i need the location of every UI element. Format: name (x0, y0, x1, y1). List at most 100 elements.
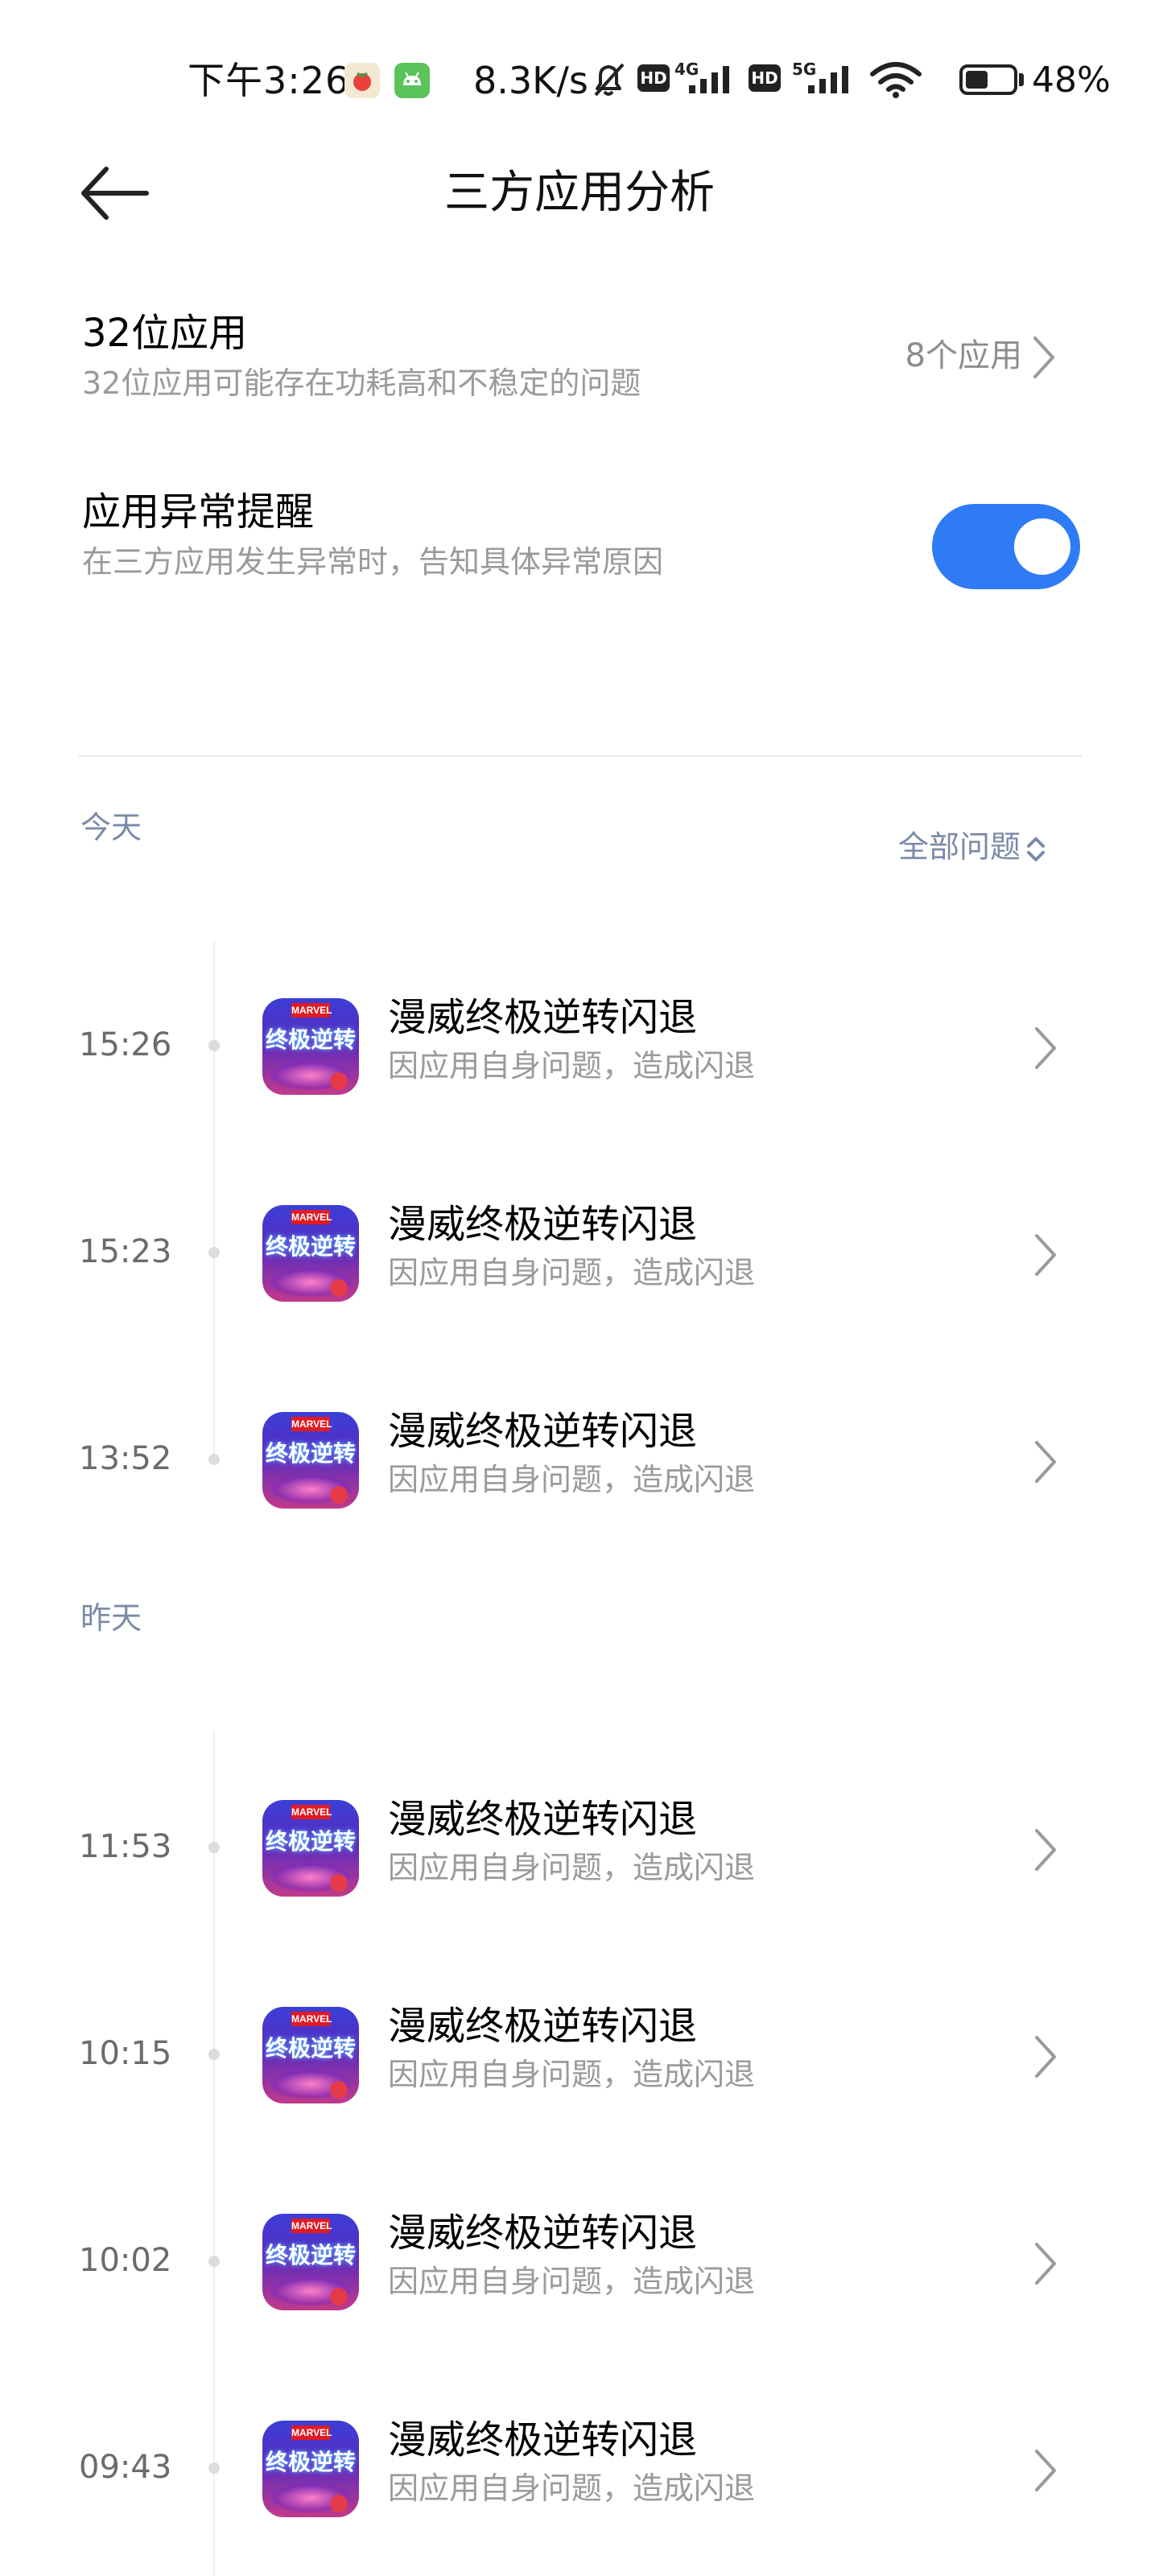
timeline-dot (208, 1454, 220, 1465)
anomaly-alert-title: 应用异常提醒 (82, 489, 315, 535)
anomaly-alert-toggle[interactable] (932, 504, 1080, 589)
network-speed: 8.3K/s (473, 59, 588, 102)
crash-time: 11:53 (79, 1828, 172, 1865)
marvel-game-app-icon: MARVEL 终极逆转 (262, 1800, 359, 1897)
chevron-right-icon (1035, 1234, 1056, 1276)
app-icon-text: 终极逆转 (265, 1440, 356, 1467)
app-icon-badge: MARVEL (291, 1805, 332, 1819)
app-icon-badge: MARVEL (291, 1210, 332, 1224)
up-down-chevron-icon (1027, 837, 1045, 861)
crash-list-item[interactable]: 11:53 MARVEL 终极逆转 漫威终极逆转闪退 因应用自身问题，造成闪退 (0, 1771, 1159, 1932)
app-icon-emblem (330, 2288, 348, 2306)
signal-icon-2 (806, 64, 856, 98)
tomato-app-icon (344, 63, 380, 98)
anomaly-alert-subtitle: 在三方应用发生异常时，告知具体异常原因 (82, 544, 664, 580)
crash-title: 漫威终极逆转闪退 (388, 1797, 698, 1842)
app-icon-text: 终极逆转 (265, 2449, 356, 2475)
crash-reason: 因应用自身问题，造成闪退 (388, 2471, 756, 2506)
crash-time: 10:02 (79, 2242, 172, 2279)
issue-filter-label: 全部问题 (898, 829, 1021, 865)
chevron-right-icon (1035, 2036, 1056, 2078)
timeline-dot (208, 2462, 220, 2474)
crash-list-item[interactable]: 10:15 MARVEL 终极逆转 漫威终极逆转闪退 因应用自身问题，造成闪退 (0, 1978, 1159, 2139)
marvel-game-app-icon: MARVEL 终极逆转 (262, 2007, 359, 2103)
back-arrow-icon (81, 167, 149, 220)
crash-reason: 因应用自身问题，造成闪退 (388, 2264, 756, 2299)
battery-percent: 48% (1032, 60, 1111, 101)
chevron-right-icon (1035, 2450, 1056, 2491)
battery-tip (1019, 73, 1024, 86)
crash-time: 10:15 (79, 2035, 172, 2072)
hd-badge-2: HD (749, 64, 781, 92)
app-icon-emblem (330, 1072, 348, 1090)
timeline-dot (208, 1040, 220, 1051)
crash-time: 13:52 (79, 1440, 172, 1477)
back-button[interactable] (76, 158, 156, 229)
crash-title: 漫威终极逆转闪退 (388, 995, 698, 1040)
timeline-dot (208, 1842, 220, 1853)
crash-list-item[interactable]: 10:02 MARVEL 终极逆转 漫威终极逆转闪退 因应用自身问题，造成闪退 (0, 2185, 1159, 2346)
apps-32bit-count: 8个应用 (905, 337, 1022, 374)
app-icon-text: 终极逆转 (265, 2242, 356, 2268)
mute-bell-icon (589, 58, 628, 103)
marvel-game-app-icon: MARVEL 终极逆转 (262, 2421, 359, 2517)
app-icon-badge: MARVEL (291, 2012, 332, 2026)
timeline-dot (208, 2049, 220, 2060)
crash-reason: 因应用自身问题，造成闪退 (388, 1255, 756, 1290)
crash-list-item[interactable]: 15:23 MARVEL 终极逆转 漫威终极逆转闪退 因应用自身问题，造成闪退 (0, 1176, 1159, 1337)
app-icon-emblem (330, 1874, 348, 1892)
crash-title: 漫威终极逆转闪退 (388, 1202, 698, 1247)
crash-list-item[interactable]: 13:52 MARVEL 终极逆转 漫威终极逆转闪退 因应用自身问题，造成闪退 (0, 1383, 1159, 1544)
crash-time: 09:43 (79, 2449, 172, 2486)
app-icon-text: 终极逆转 (265, 1026, 356, 1053)
crash-reason: 因应用自身问题，造成闪退 (388, 1850, 756, 1885)
timeline-dot (208, 1247, 220, 1258)
crash-list-item[interactable]: 15:26 MARVEL 终极逆转 漫威终极逆转闪退 因应用自身问题，造成闪退 (0, 969, 1159, 1130)
chevron-right-icon (1035, 1027, 1056, 1069)
marvel-game-app-icon: MARVEL 终极逆转 (262, 1205, 359, 1302)
status-bar: 下午3:26 8.3K/s HD 4G HD 5G 48% (0, 0, 1159, 153)
chevron-right-icon (1035, 1441, 1056, 1483)
app-icon-badge: MARVEL (291, 2425, 332, 2440)
battery-level (966, 71, 988, 89)
app-icon-emblem (330, 1486, 348, 1504)
section-divider (79, 755, 1082, 757)
apps-32bit-row[interactable]: 32位应用 32位应用可能存在功耗高和不稳定的问题 8个应用 (0, 298, 1159, 427)
crash-title: 漫威终极逆转闪退 (388, 2211, 698, 2256)
marvel-game-app-icon: MARVEL 终极逆转 (262, 1412, 359, 1509)
crash-reason: 因应用自身问题，造成闪退 (388, 1048, 756, 1084)
app-icon-badge: MARVEL (291, 1417, 332, 1431)
toggle-knob (1014, 518, 1070, 575)
page-title: 三方应用分析 (444, 167, 715, 219)
app-icon-badge: MARVEL (291, 1003, 332, 1018)
marvel-game-app-icon: MARVEL 终极逆转 (262, 998, 359, 1095)
chevron-right-icon (1033, 336, 1054, 378)
app-icon-text: 终极逆转 (265, 1828, 356, 1855)
timeline-dot (208, 2256, 220, 2267)
app-icon-emblem (330, 1279, 348, 1297)
chevron-right-icon (1035, 2243, 1056, 2285)
app-icon-emblem (330, 2081, 348, 2099)
battery-icon (959, 64, 1017, 95)
app-icon-text: 终极逆转 (265, 2035, 356, 2062)
crash-reason: 因应用自身问题，造成闪退 (388, 2057, 756, 2092)
crash-time: 15:26 (79, 1026, 172, 1063)
section-label-yesterday: 昨天 (80, 1600, 142, 1636)
apps-32bit-title: 32位应用 (82, 311, 248, 356)
app-icon-badge: MARVEL (291, 2219, 332, 2233)
crash-title: 漫威终极逆转闪退 (388, 1409, 698, 1454)
wifi-icon (869, 61, 922, 101)
section-label-today: 今天 (80, 810, 142, 845)
chevron-right-icon (1035, 1829, 1056, 1871)
crash-list-item[interactable]: 09:43 MARVEL 终极逆转 漫威终极逆转闪退 因应用自身问题，造成闪退 (0, 2392, 1159, 2553)
crash-time: 15:23 (79, 1233, 172, 1270)
apps-32bit-subtitle: 32位应用可能存在功耗高和不稳定的问题 (82, 365, 641, 401)
status-time: 下午3:26 (188, 59, 350, 102)
app-icon-emblem (330, 2495, 348, 2512)
android-app-icon (394, 63, 430, 98)
crash-title: 漫威终极逆转闪退 (388, 2004, 698, 2049)
marvel-game-app-icon: MARVEL 终极逆转 (262, 2214, 359, 2310)
hd-badge-1: HD (637, 64, 670, 92)
crash-title: 漫威终极逆转闪退 (388, 2417, 698, 2462)
signal-icon (687, 64, 737, 98)
